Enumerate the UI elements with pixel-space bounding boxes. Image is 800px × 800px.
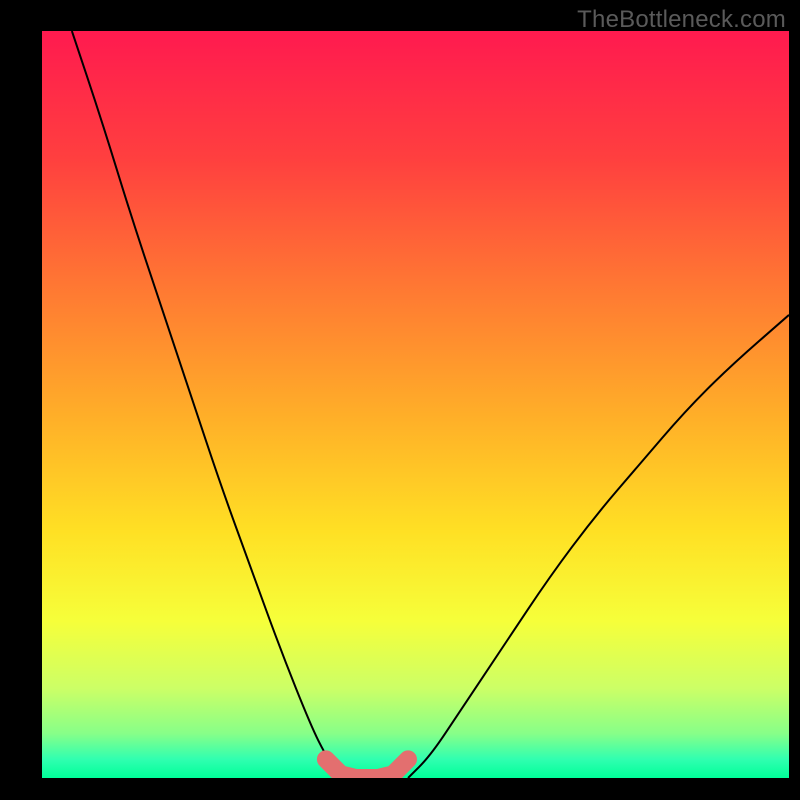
chart-curves (42, 31, 789, 778)
watermark-text: TheBottleneck.com (577, 6, 786, 34)
plot-area (42, 31, 789, 778)
black-curve-right (408, 315, 789, 778)
chart-frame: TheBottleneck.com (0, 0, 800, 800)
black-curve-left (72, 31, 341, 778)
pink-highlight (326, 759, 408, 778)
